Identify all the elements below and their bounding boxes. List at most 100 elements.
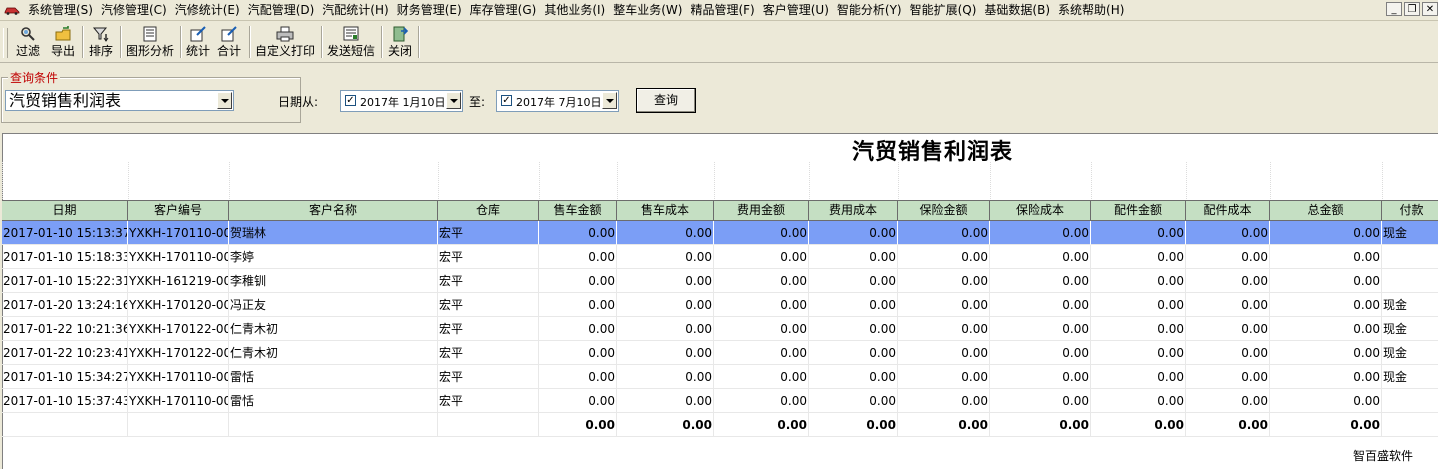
table-cell: 0.00	[617, 365, 714, 389]
menu-item[interactable]: 整车业务(W)	[611, 2, 688, 18]
table-cell: 0.00	[809, 293, 898, 317]
table-cell: 宏平	[438, 365, 539, 389]
column-header[interactable]: 配件成本	[1186, 200, 1270, 221]
table-cell: 0.00	[539, 221, 617, 245]
column-header[interactable]: 客户名称	[229, 200, 438, 221]
date-from-label: 日期从:	[278, 95, 319, 109]
table-cell: 0.00	[898, 341, 990, 365]
table-row[interactable]: 2017-01-10 15:13:37 YXKH-170110-009 贺瑞林 宏平 0…	[2, 221, 1438, 245]
date-to-value: 2017年 7月10日	[516, 96, 602, 109]
table-cell: 0.00	[1270, 221, 1382, 245]
date-to-picker[interactable]: ✓ 2017年 7月10日	[496, 90, 619, 112]
table-cell: 0.00	[539, 245, 617, 269]
table-cell: 0.00	[714, 389, 809, 413]
restore-icon[interactable]: ❐	[1404, 2, 1420, 16]
column-header[interactable]: 售车金额	[539, 200, 617, 221]
menu-item[interactable]: 智能分析(Y)	[835, 2, 908, 18]
menu-item[interactable]: 基础数据(B)	[982, 2, 1056, 18]
table-cell: 0.00	[1186, 293, 1270, 317]
column-header[interactable]: 日期	[2, 200, 128, 221]
menu-item[interactable]: 汽配管理(D)	[246, 2, 321, 18]
date-to-label: 至:	[469, 95, 486, 109]
totals-row[interactable]: 0.00 0.00 0.00 0.00 0.00 0.00 0.00 0.00 0.00	[2, 413, 1438, 437]
minimize-icon[interactable]: _	[1386, 2, 1402, 16]
close-label: 关闭	[387, 44, 412, 58]
filter-button[interactable]: 过滤	[11, 24, 45, 60]
table-row[interactable]: 2017-01-10 15:37:43 YXKH-170110-005 雷恬 宏平 0.…	[2, 389, 1438, 413]
table-row[interactable]: 2017-01-22 10:23:41 YXKH-170122-005 仁青木初 宏平…	[2, 341, 1438, 365]
menu-item[interactable]: 系统管理(S)	[26, 2, 99, 18]
sort-button[interactable]: 排序	[86, 24, 116, 60]
chart-analysis-button[interactable]: 图形分析	[124, 24, 176, 60]
menu-item[interactable]: 客户管理(U)	[761, 2, 835, 18]
export-button[interactable]: 导出	[48, 24, 78, 60]
table-cell: 现金	[1382, 317, 1438, 341]
column-header[interactable]: 客户编号	[128, 200, 229, 221]
table-cell: YXKH-170110-005	[128, 389, 229, 413]
menu-item[interactable]: 汽配统计(H)	[320, 2, 394, 18]
table-cell: 0.00	[898, 245, 990, 269]
chevron-down-icon[interactable]	[602, 92, 617, 109]
table-cell: 0.00	[990, 389, 1091, 413]
grid-guide	[809, 162, 810, 199]
grid-guide	[714, 162, 715, 199]
table-cell: 0.00	[809, 317, 898, 341]
column-header[interactable]: 费用金额	[714, 200, 809, 221]
column-header[interactable]: 保险金额	[898, 200, 990, 221]
close-door-icon	[391, 26, 409, 42]
table-cell: 0.00	[809, 341, 898, 365]
column-header[interactable]: 保险成本	[990, 200, 1091, 221]
column-header[interactable]: 售车成本	[617, 200, 714, 221]
date-to-checkbox[interactable]: ✓	[501, 95, 512, 106]
report-type-select[interactable]: 汽贸销售利润表	[5, 90, 234, 111]
grid-guide	[1270, 162, 1271, 199]
chevron-down-icon[interactable]	[217, 92, 232, 109]
query-button[interactable]: 查询	[636, 88, 696, 113]
table-cell: 0.00	[539, 293, 617, 317]
close-button[interactable]: 关闭	[385, 24, 415, 60]
table-cell: 宏平	[438, 341, 539, 365]
custom-print-label: 自定义打印	[254, 44, 315, 58]
table-row[interactable]: 2017-01-10 15:18:33 YXKH-170110-005 李婷 宏平 0.…	[2, 245, 1438, 269]
menu-item[interactable]: 财务管理(E)	[395, 2, 468, 18]
column-header[interactable]: 费用成本	[809, 200, 898, 221]
table-cell: 0.00	[539, 269, 617, 293]
table-cell: 0.00	[714, 413, 809, 437]
menu-item[interactable]: 精品管理(F)	[688, 2, 760, 18]
menu-bar: 系统管理(S) 汽修管理(C) 汽修统计(E) 汽配管理(D) 汽配统计(H) 财务管理(…	[0, 0, 1438, 21]
table-cell: 0.00	[714, 269, 809, 293]
column-header[interactable]: 配件金额	[1091, 200, 1186, 221]
statistics-button[interactable]: 统计	[184, 24, 212, 60]
table-cell: 0.00	[1270, 389, 1382, 413]
menu-item[interactable]: 汽修管理(C)	[99, 2, 173, 18]
date-from-picker[interactable]: ✓ 2017年 1月10日	[340, 90, 463, 112]
close-icon[interactable]: ✕	[1422, 2, 1438, 16]
custom-print-button[interactable]: 自定义打印	[253, 24, 317, 60]
menu-item[interactable]: 汽修统计(E)	[173, 2, 246, 18]
table-row[interactable]: 2017-01-10 15:22:31 YXKH-161219-006 李稚钏 宏平 0…	[2, 269, 1438, 293]
date-from-checkbox[interactable]: ✓	[345, 95, 356, 106]
menu-item[interactable]: 库存管理(G)	[468, 2, 543, 18]
send-sms-button[interactable]: 发送短信	[325, 24, 377, 60]
column-header[interactable]: 仓库	[438, 200, 539, 221]
toolbar-grip[interactable]	[3, 28, 8, 58]
menu-item[interactable]: 智能扩展(Q)	[908, 2, 983, 18]
toolbar-separator	[120, 26, 122, 58]
sum-label: 合计	[216, 44, 241, 58]
table-cell: 2017-01-10 15:13:37	[2, 221, 128, 245]
app-car-icon	[4, 7, 20, 15]
chevron-down-icon[interactable]	[446, 92, 461, 109]
table-row[interactable]: 2017-01-22 10:21:36 YXKH-170122-005 仁青木初 宏平…	[2, 317, 1438, 341]
menu-item[interactable]: 其他业务(I)	[542, 2, 611, 18]
table-cell: 0.00	[1270, 413, 1382, 437]
menu-item[interactable]: 系统帮助(H)	[1056, 2, 1130, 18]
table-row[interactable]: 2017-01-20 13:24:16 YXKH-170120-006 冯正友 宏平 0…	[2, 293, 1438, 317]
sum-button[interactable]: 合计	[215, 24, 243, 60]
grid-guide	[1091, 162, 1092, 199]
table-row[interactable]: 2017-01-10 15:34:27 YXKH-170110-005 雷恬 宏平 0.…	[2, 365, 1438, 389]
column-header[interactable]: 付款	[1382, 200, 1438, 221]
window-controls: _ ❐ ✕	[1386, 2, 1438, 16]
column-header[interactable]: 总金额	[1270, 200, 1382, 221]
table-cell: 0.00	[1091, 269, 1186, 293]
chart-analysis-label: 图形分析	[125, 44, 174, 58]
